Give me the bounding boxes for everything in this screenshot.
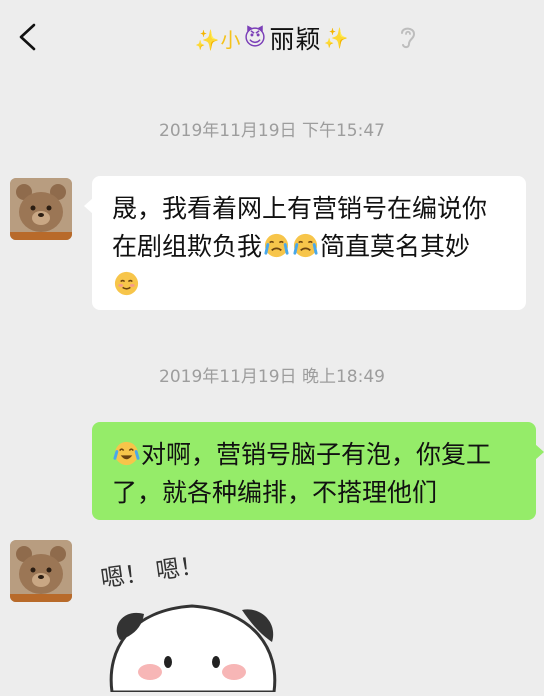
timestamp: 2019年11月19日 下午15:47 [159,121,385,141]
title-suffix: ✨ [323,26,350,50]
ear-icon [401,27,416,49]
timestamp: 2019年11月19日 晚上18:49 [159,367,385,387]
title-prefix: ✨小 [194,27,242,52]
smile-face-icon [114,271,139,296]
tears-of-joy-face-icon [113,441,140,466]
sticker-message[interactable]: 嗯！ 嗯！ [92,540,292,694]
back-arrow-icon[interactable] [14,22,42,52]
message-text: 简直莫名其妙 [320,232,471,261]
dog-sticker-icon: 嗯！ 嗯！ [99,551,277,694]
bear-avatar-icon [10,540,72,602]
sticker-text: 嗯！ 嗯！ [99,551,206,593]
avatar[interactable] [10,540,72,602]
bear-avatar-icon [10,178,72,240]
message-text: 对啊，营销号脑子有泡，你复工了，就各种编排，不搭理他们 [112,440,492,507]
avatar[interactable] [10,178,72,240]
crying-face-icon [264,233,289,258]
crying-face-icon [293,233,318,258]
chat-title: ✨小 😈 丽颖 ✨ [195,20,350,56]
devil-emoji-icon: 😈 [243,25,268,51]
incoming-message-bubble[interactable]: 晟，我看着网上有营销号在编说你在剧组欺负我 简直莫名其妙 [84,176,526,310]
chat-header: ✨小 😈 丽颖 ✨ [0,0,544,76]
outgoing-message-bubble[interactable]: 对啊，营销号脑子有泡，你复工了，就各种编排，不搭理他们 [92,422,544,520]
title-name: 丽颖 [269,25,322,54]
